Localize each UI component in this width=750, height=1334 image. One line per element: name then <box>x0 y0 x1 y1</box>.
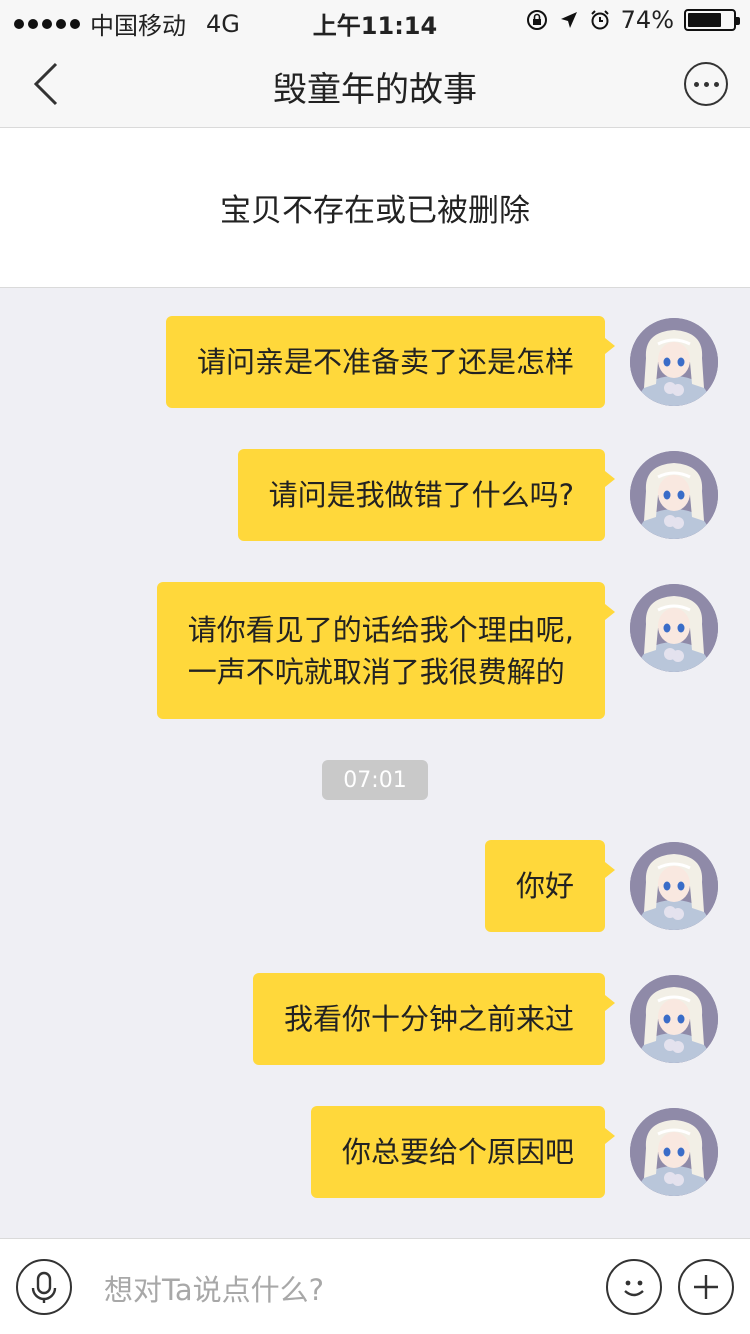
battery-fill <box>688 13 721 27</box>
item-notice: 宝贝不存在或已被删除 <box>0 128 750 288</box>
more-dots-icon[interactable] <box>684 62 728 106</box>
message-text: 我看你十分钟之前来过 <box>283 1002 574 1036</box>
status-right: 74% <box>525 6 740 34</box>
message-bubble[interactable]: 请问是我做错了什么吗? <box>237 449 616 541</box>
battery-icon <box>684 9 740 31</box>
battery-percent: 74% <box>620 6 674 34</box>
location-arrow-icon <box>560 12 577 28</box>
page-title: 毁童年的故事 <box>273 70 477 110</box>
microphone-icon[interactable] <box>16 1259 72 1315</box>
message-bubble[interactable]: 我看你十分钟之前来过 <box>252 973 616 1065</box>
avatar[interactable] <box>630 1108 718 1196</box>
input-bar: 想对Ta说点什么? <box>0 1238 750 1334</box>
message-text: 你总要给个原因吧 <box>341 1135 574 1169</box>
alarm-clock-icon <box>590 10 609 30</box>
emoji-icon[interactable] <box>606 1259 662 1315</box>
nav-bar: 毁童年的故事 <box>0 40 750 128</box>
status-bar: 中国移动 4G 上午11:14 74% <box>0 0 750 40</box>
message-bubble[interactable]: 请你看见了的话给我个理由呢, 一声不吭就取消了我很费解的 <box>156 582 616 719</box>
message-text: 一声不吭就取消了我很费解的 <box>187 654 565 689</box>
timestamp-chip: 07:01 <box>322 760 428 800</box>
avatar[interactable] <box>630 584 718 672</box>
message-bubble[interactable]: 你总要给个原因吧 <box>310 1106 616 1198</box>
message-text: 你好 <box>515 869 574 903</box>
orientation-lock-icon <box>526 10 547 30</box>
avatar[interactable] <box>630 842 718 930</box>
notice-text: 宝贝不存在或已被删除 <box>220 193 530 229</box>
avatar[interactable] <box>630 975 718 1063</box>
message-text: 请问是我做错了什么吗? <box>268 478 574 512</box>
message-text: 请你看见了的话给我个理由呢, <box>187 612 574 647</box>
message-input[interactable]: 想对Ta说点什么? <box>104 1267 324 1309</box>
plus-icon[interactable] <box>678 1259 734 1315</box>
avatar[interactable] <box>630 318 718 406</box>
avatar[interactable] <box>630 451 718 539</box>
message-bubble[interactable]: 你好 <box>484 840 616 932</box>
message-text: 请问亲是不准备卖了还是怎样 <box>196 345 574 379</box>
message-bubble[interactable]: 请问亲是不准备卖了还是怎样 <box>165 316 616 408</box>
